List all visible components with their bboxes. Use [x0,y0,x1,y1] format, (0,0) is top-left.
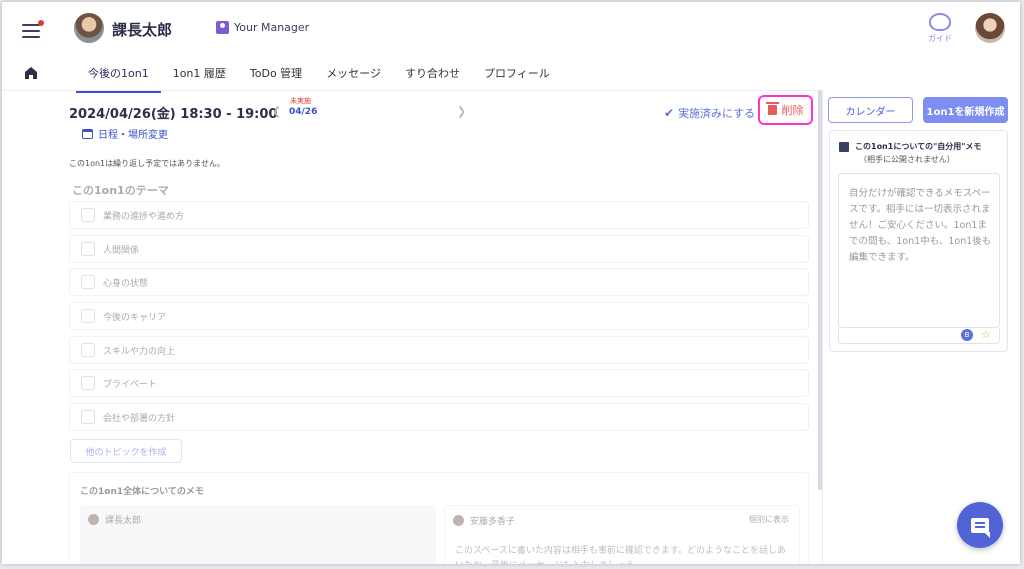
topic-checkbox[interactable] [81,275,95,289]
mark-done-button[interactable]: ✔ 実施済みにする [664,105,755,121]
private-memo-placeholder: 自分だけが確認できるメモスペースです。相手には一切表示されません！ご安心ください… [849,188,992,263]
topic-checkbox[interactable] [81,309,95,323]
theme-title: この1on1のテーマ [72,184,169,197]
guide-icon [929,13,951,31]
star-icon[interactable]: ☆ [981,328,991,341]
delete-label: 削除 [781,104,804,117]
private-memo-card: この1on1についての"自分用"メモ （相手に公開されません） 自分だけが確認で… [829,130,1008,352]
add-other-topic-button[interactable]: 他のトピックを作成 [70,439,182,463]
private-memo-title: この1on1についての"自分用"メモ [855,142,982,151]
memo-author: 安藤多香子 [470,517,516,527]
account-avatar[interactable] [975,13,1005,43]
trash-icon [765,102,779,115]
menu-icon[interactable] [22,20,44,38]
partner-memo-placeholder: このスペースに書いた内容は相手も事前に確認できます。どのようなことを話しあいたか… [455,546,787,564]
meeting-status: 未実施 [290,97,311,105]
private-memo-input[interactable]: 自分だけが確認できるメモスペースです。相手には一切表示されません！ご安心ください… [838,173,1000,328]
tab-bar: 今後の1on1 1on1 履歴 ToDo 管理 メッセージ すり合わせ プロフィ… [76,65,562,93]
meeting-nav-date[interactable]: 04/26 [289,107,317,117]
app-window: 課長太郎 Your Manager ガイド 今後の1on1 1on1 履歴 To… [2,2,1020,564]
avatar [88,514,99,525]
tab-divider [2,90,820,91]
notification-dot [38,20,44,26]
tab-profile[interactable]: プロフィール [472,65,562,93]
topic-checkbox[interactable] [81,343,95,357]
user-avatar[interactable] [74,13,104,43]
tab-1on1-history[interactable]: 1on1 履歴 [161,65,238,93]
tab-alignment[interactable]: すり合わせ [393,65,472,93]
user-name: 課長太郎 [112,21,173,39]
chat-icon [971,517,990,538]
calendar-button[interactable]: カレンダー [828,97,913,123]
topic-label: スキルや力の向上 [103,346,176,357]
private-memo-subtitle: （相手に公開されません） [859,155,955,164]
topic-item[interactable]: 今後のキャリア [69,302,809,330]
topic-checkbox[interactable] [81,376,95,390]
memo-author: 課長太郎 [105,516,142,526]
topic-item[interactable]: 心身の状態 [69,268,809,296]
check-icon: ✔ [664,106,675,120]
topic-label: 会社や部署の方針 [103,413,176,424]
repeat-note: この1on1は繰り返し予定ではありません。 [69,159,225,168]
home-icon[interactable] [24,66,38,80]
calendar-icon [82,128,93,139]
show-separately-toggle[interactable]: 個別に表示 [749,514,789,525]
manager-badge: Your Manager [216,21,309,34]
topic-item[interactable]: 会社や部署の方針 [69,403,809,431]
avatar [453,515,464,526]
prev-meeting-button[interactable]: ❮ [272,105,281,118]
topic-checkbox[interactable] [81,242,95,256]
partner-memo-area[interactable]: 安藤多香子 個別に表示 このスペースに書いた内容は相手も事前に確認できます。どの… [444,505,800,564]
topic-label: プライベート [103,379,158,390]
manager-badge-label: Your Manager [234,21,310,34]
topic-checkbox[interactable] [81,208,95,222]
delete-button[interactable]: 削除 [758,95,813,125]
topic-item[interactable]: スキルや力の向上 [69,336,809,364]
private-memo-footer: B ☆ [838,328,1000,344]
schedule-change-label: 日程・場所変更 [98,130,168,141]
guide-button[interactable]: ガイド [924,13,956,44]
coin-icon[interactable]: B [961,329,973,341]
my-memo-area[interactable]: 課長太郎 [80,505,436,564]
guide-label: ガイド [928,34,952,43]
tab-todo[interactable]: ToDo 管理 [238,65,314,93]
topic-checkbox[interactable] [81,410,95,424]
topic-label: 業務の進捗や進め方 [103,211,185,222]
next-meeting-button[interactable]: ❯ [457,105,466,118]
overall-memo-panel: この1on1全体についてのメモ 課長太郎 安藤多香子 個別に表示 このスペースに… [69,472,809,564]
topic-label: 今後のキャリア [103,312,167,323]
person-icon [216,21,229,34]
topic-label: 人間関係 [103,245,140,256]
right-panel-divider [822,90,823,564]
topic-item[interactable]: 人間関係 [69,235,809,263]
topic-item[interactable]: プライベート [69,369,809,397]
overall-memo-title: この1on1全体についてのメモ [80,487,204,497]
tab-upcoming-1on1[interactable]: 今後の1on1 [76,65,161,93]
chat-button[interactable] [957,502,1003,548]
mark-done-label: 実施済みにする [678,107,756,120]
new-1on1-button[interactable]: 1on1を新規作成 [923,97,1008,123]
tab-messages[interactable]: メッセージ [314,65,393,93]
meeting-datetime: 2024/04/26(金) 18:30 - 19:00 [69,107,278,122]
topic-label: 心身の状態 [103,278,149,289]
topic-item[interactable]: 業務の進捗や進め方 [69,201,809,229]
memo-icon [839,142,849,152]
schedule-change-link[interactable]: 日程・場所変更 [82,126,168,141]
